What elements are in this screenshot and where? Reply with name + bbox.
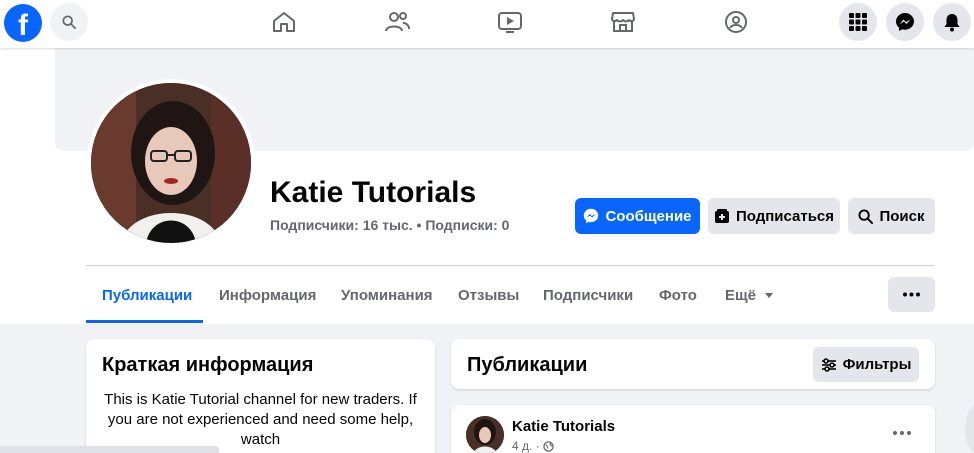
home-nav-button[interactable] (266, 6, 302, 38)
scroll-edge (957, 405, 974, 453)
intro-title: Краткая информация (102, 354, 314, 376)
post-time-label: 4 д. · (512, 439, 540, 453)
filters-button-label: Фильтры (842, 356, 912, 373)
messenger-button[interactable] (886, 3, 924, 41)
video-nav-button[interactable] (492, 6, 528, 38)
post-author-name[interactable]: Katie Tutorials (512, 418, 615, 435)
posts-title: Публикации (467, 354, 588, 376)
messenger-icon (896, 13, 914, 31)
search-button[interactable] (50, 3, 88, 41)
tab-more[interactable]: Ещё (725, 287, 774, 304)
follower-stats[interactable]: Подписчики: 16 тыс. • Подписки: 0 (270, 217, 509, 233)
post-author-photo (466, 416, 504, 453)
notifications-icon (944, 14, 960, 32)
page-search-button-label: Поиск (879, 207, 925, 225)
message-button-label: Сообщение (605, 207, 692, 225)
post-timestamp[interactable]: 4 д. · (512, 439, 554, 453)
ellipsis-icon (893, 431, 911, 435)
avatar-photo (91, 83, 251, 243)
menu-button[interactable] (839, 3, 877, 41)
messenger-icon (584, 208, 599, 224)
message-button[interactable]: Сообщение (575, 198, 700, 234)
tab-posts[interactable]: Публикации (102, 287, 192, 304)
tab-followers[interactable]: Подписчики (543, 287, 633, 304)
header-divider (86, 265, 935, 266)
follow-icon (714, 209, 729, 223)
groups-nav-button[interactable] (718, 6, 754, 38)
friends-nav-button[interactable] (379, 6, 415, 38)
marketplace-nav-button[interactable] (605, 6, 641, 38)
notifications-button[interactable] (933, 3, 971, 41)
tab-mentions[interactable]: Упоминания (341, 287, 433, 304)
active-tab-indicator (86, 320, 203, 323)
intro-description: This is Katie Tutorial channel for new t… (104, 391, 417, 448)
menu-grid-icon (849, 13, 867, 31)
home-icon (273, 12, 295, 32)
browser-status-bar (0, 446, 219, 453)
globe-icon (542, 440, 554, 452)
video-icon (498, 12, 522, 33)
search-icon (62, 15, 76, 29)
filter-sliders-icon (821, 357, 836, 372)
follow-button-label: Подписаться (735, 207, 835, 225)
portrait-image (91, 83, 251, 243)
post-options-button[interactable] (888, 423, 916, 443)
logo-letter: f (18, 9, 28, 42)
tab-photos[interactable]: Фото (659, 287, 697, 304)
friends-icon (385, 12, 410, 32)
marketplace-icon (611, 12, 635, 32)
search-icon (858, 208, 874, 224)
tab-more-label: Ещё (725, 287, 757, 304)
top-navigation-bar: f (0, 0, 974, 48)
facebook-logo[interactable]: f (4, 4, 42, 42)
page-title: Katie Tutorials (270, 176, 477, 209)
filters-button[interactable]: Фильтры (813, 347, 919, 382)
caret-down-icon (765, 292, 774, 298)
profile-avatar[interactable] (87, 79, 255, 247)
page-search-button[interactable]: Поиск (848, 198, 935, 234)
ellipsis-icon (903, 292, 920, 297)
groups-icon (725, 11, 747, 33)
post-author-avatar[interactable] (466, 416, 504, 453)
tab-reviews[interactable]: Отзывы (458, 287, 519, 304)
tab-about[interactable]: Информация (219, 287, 316, 304)
more-options-button[interactable] (888, 277, 935, 312)
follow-button[interactable]: Подписаться (708, 198, 840, 234)
